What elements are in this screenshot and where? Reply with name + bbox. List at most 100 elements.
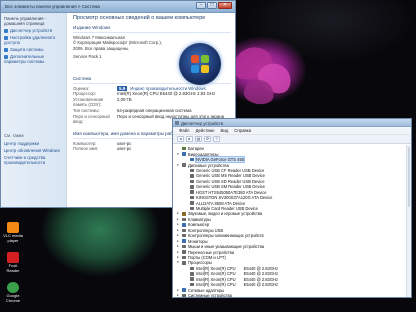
properties-button[interactable]: ▤ (195, 136, 202, 142)
device-icon (182, 146, 186, 151)
menu-file[interactable]: Файл (179, 128, 190, 133)
device-icon (190, 277, 194, 281)
expand-toggle-icon[interactable]: ▸ (177, 250, 181, 255)
scrollbar-thumb[interactable] (408, 147, 410, 207)
tree-item-label: ALLDATA 8508 ATA Device (196, 200, 246, 206)
sidebar-link-device-manager[interactable]: Диспетчер устройств (4, 28, 63, 33)
menu-action[interactable]: Действие (196, 128, 215, 133)
see-also-link[interactable]: Центр обновления Windows (4, 148, 64, 153)
tree-item-label: Generic USB SD Reader USB Device (196, 178, 265, 184)
full-name-value: user-pc (117, 146, 132, 152)
device-icon (182, 293, 186, 297)
tree-item-label: Порты (COM и LPT) (188, 254, 226, 260)
tree-item-label: Клавиатуры (188, 216, 211, 222)
tree-item-label: Мыши и иные указывающие устройства (188, 244, 265, 250)
sidebar-link-label: Диспетчер устройств (10, 28, 53, 33)
tree-item-label: Multiple Card Reader USB Device (196, 206, 258, 212)
expand-toggle-icon[interactable]: ▾ (177, 260, 181, 265)
scan-button[interactable]: ⟳ (204, 136, 211, 142)
tree-item-label: Процессоры (188, 260, 212, 266)
expand-toggle-icon[interactable]: ▾ (177, 152, 181, 157)
expand-toggle-icon[interactable]: ▸ (177, 293, 181, 297)
sidebar-link-protection[interactable]: Защита системы (4, 47, 63, 52)
tree-item-label: Дисковые устройства (188, 162, 229, 168)
expand-toggle-icon[interactable]: ▸ (177, 255, 181, 260)
ram-value: 2,00 ГБ (117, 96, 132, 102)
edition-section-title: Издание Windows (73, 25, 111, 30)
windows-flag-red (191, 55, 199, 63)
see-also-link[interactable]: Счетчики и средства производительности (4, 155, 64, 165)
desktop-icon-label: VLC media player (3, 233, 23, 243)
menu-help[interactable]: Справка (234, 128, 251, 133)
toolbar: ◂ ▸ ▤ ⟳ ? (173, 135, 411, 144)
rating-link[interactable]: Индекс производительности Windows (130, 86, 205, 91)
window-titlebar[interactable]: Все элементы панели управления > Система… (1, 1, 235, 13)
sidebar-link-label: Защита системы (10, 47, 44, 52)
device-icon (190, 168, 194, 173)
close-button[interactable]: ✕ (218, 2, 232, 9)
expand-toggle-icon[interactable]: ▸ (177, 239, 181, 244)
see-also-heading: См. также (4, 133, 24, 138)
maximize-button[interactable]: □ (207, 2, 217, 9)
desktop-icon[interactable]: Foxit Reader (2, 252, 24, 273)
app-icon (7, 252, 19, 263)
sidebar-link-advanced[interactable]: Дополнительные параметры системы (4, 54, 63, 64)
device-icon (182, 233, 186, 238)
device-icon (182, 223, 186, 227)
cpu-speed-label: E5440 @ 2.83GHz (243, 271, 279, 277)
menu-view[interactable]: Вид (220, 128, 228, 133)
tree-category[interactable]: ▸ Системные устройства (175, 293, 409, 298)
tree-item-label: Intel(R) Xeon(R) CPU (196, 282, 236, 288)
tree-item-label: KINGSTON SV300S37A120G ATA Device (196, 195, 273, 201)
expand-toggle-icon[interactable]: ▾ (177, 163, 181, 168)
expand-toggle-icon[interactable]: ▸ (177, 228, 181, 233)
device-icon (190, 282, 194, 287)
device-icon (190, 179, 194, 184)
window-titlebar[interactable]: Диспетчер устройств (173, 119, 411, 127)
tree-item-label: Generic USB CF Reader USB Device (196, 167, 265, 173)
tree-item-label: Компьютер (188, 222, 210, 228)
shield-icon (4, 28, 8, 33)
sidebar-link-home[interactable]: Панель управления - домашняя страница (4, 16, 63, 26)
tree-item-label: Intel(R) Xeon(R) CPU (196, 276, 236, 282)
expand-toggle-icon[interactable]: ▸ (177, 244, 181, 249)
desktop-icon[interactable]: Google Chrome (2, 282, 24, 303)
vertical-scrollbar[interactable] (406, 145, 411, 297)
tree-item-label: Контроллеры USB (188, 227, 224, 233)
windows-flag-yellow (201, 65, 209, 73)
device-icon (190, 157, 194, 162)
device-icon (190, 185, 194, 189)
ram-row: Установленная память (ОЗУ): 2,00 ГБ (73, 97, 231, 108)
tree-item-label: Intel(R) Xeon(R) CPU (196, 271, 236, 277)
tree-item-label: Контроллеры запоминающих устройств (188, 233, 264, 239)
expand-toggle-icon[interactable]: ▸ (177, 211, 181, 216)
desktop-icon[interactable]: VLC media player (2, 222, 24, 243)
menu-bar: Файл Действие Вид Справка (173, 127, 411, 135)
back-button[interactable]: ◂ (177, 136, 184, 142)
help-button[interactable]: ? (213, 136, 220, 142)
device-icon (182, 228, 186, 233)
expand-toggle-icon[interactable]: ▸ (177, 217, 181, 222)
device-icon (182, 255, 186, 260)
minimize-button[interactable]: – (196, 2, 206, 9)
expand-toggle-icon[interactable]: ▸ (177, 222, 181, 227)
cpu-speed-label: E5440 @ 2.83GHz (243, 265, 279, 271)
expand-toggle-icon[interactable]: ▸ (177, 288, 181, 293)
see-also-link[interactable]: Центр поддержки (4, 141, 64, 146)
sidebar-link-remote[interactable]: Настройка удаленного доступа (4, 35, 63, 45)
tree-item-label: Системные устройства (188, 293, 232, 298)
sidebar-link-label: Настройка удаленного доступа (4, 35, 56, 45)
desktop-icon-label: Foxit Reader (6, 263, 20, 273)
forward-button[interactable]: ▸ (186, 136, 193, 142)
device-icon (190, 266, 194, 271)
cpu-speed-label: E5440 @ 2.83GHz (243, 282, 279, 288)
pen-label: Перо и сенсорный ввод: (73, 113, 110, 125)
device-icon (182, 250, 186, 254)
device-icon (182, 212, 186, 216)
shield-icon (4, 47, 8, 52)
full-name-label: Полное имя: (73, 146, 99, 152)
expand-toggle-icon[interactable]: ▸ (177, 233, 181, 238)
tree-item-label: HGST HTS545050A7E380 ATA Device (196, 189, 267, 195)
device-tree: Батареи ▾ Видеоадаптеры NVIDIA GeForce GTS … (173, 145, 411, 297)
tree-item-label: Generic USB SM Reader USB Device (196, 184, 265, 190)
